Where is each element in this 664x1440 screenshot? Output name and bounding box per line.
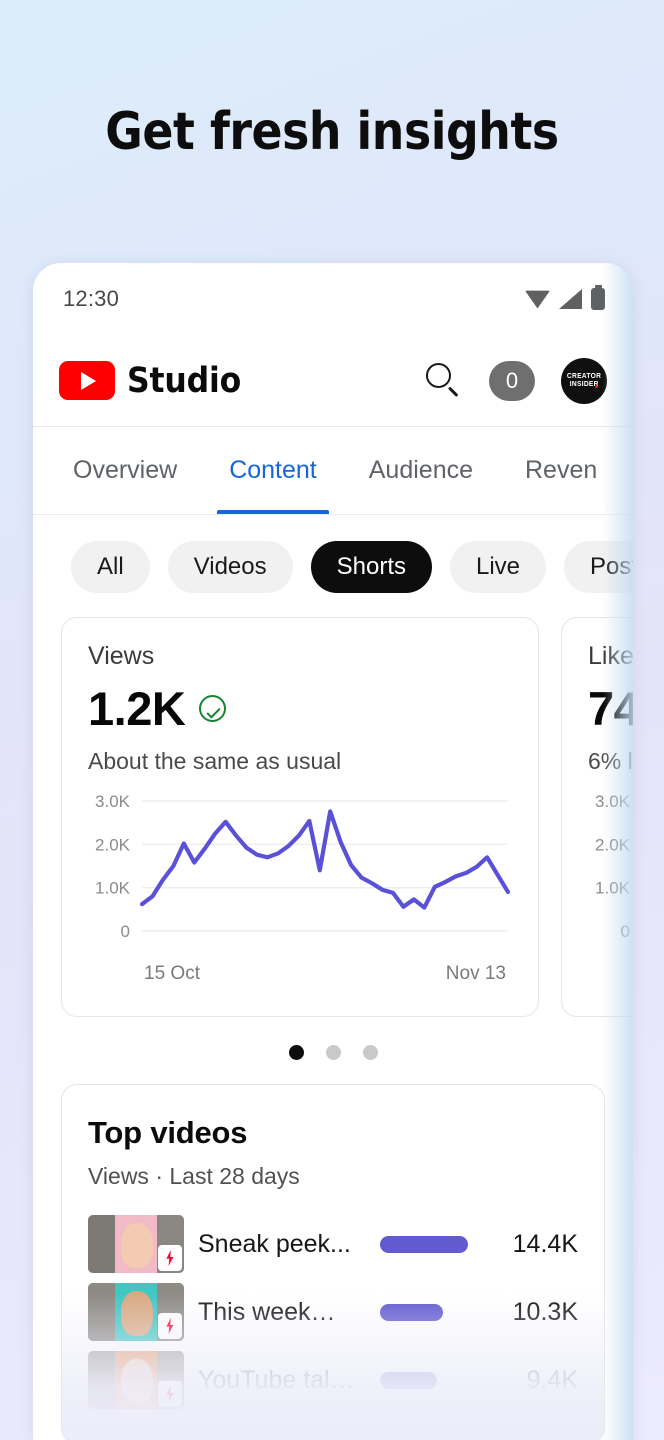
search-icon[interactable] [425,362,463,400]
video-views: 14.4K [512,1229,578,1258]
battery-icon [591,285,605,310]
table-row[interactable]: YouTube tal… 9.4K [88,1346,578,1414]
chart-y-tick-label: 3.0K [595,793,631,811]
status-bar: 12:30 [33,263,633,335]
tab-overview[interactable]: Overview [47,427,203,514]
wifi-icon [525,290,550,309]
app-bar-actions: 0 CREATOR INSIDER [425,357,607,404]
youtube-logo-icon [59,361,115,400]
video-bar-cell [374,1303,468,1321]
video-views: 9.4K [526,1365,578,1394]
table-row[interactable]: This week… 10.3K [88,1278,578,1346]
video-thumbnail [88,1215,184,1273]
analytics-tabs: Overview Content Audience Reven [33,427,633,515]
chip-live[interactable]: Live [450,541,547,593]
check-circle-icon [199,695,227,722]
metric-card-carousel[interactable]: Views 1.2K About the same as usual 0 1.0K… [33,617,633,1023]
metric-value: 74 [588,682,633,735]
page-headline: Get fresh insights [105,102,559,162]
tab-content[interactable]: Content [203,427,343,514]
metric-card-views[interactable]: Views 1.2K About the same as usual 0 1.0K… [61,617,539,1017]
chart-y-tick-label: 1.0K [95,879,131,898]
likes-line-chart: 0 1.0K 2.0K 3.0K [588,793,633,993]
views-line-chart: 0 1.0K 2.0K 3.0K 15 Oct Nov 13 [88,793,512,993]
cellular-icon [559,289,582,309]
video-title: YouTube tal… [198,1365,355,1394]
video-title: This week… [198,1297,336,1326]
video-bar-cell [374,1371,468,1389]
carousel-dot-1[interactable] [288,1045,304,1060]
video-thumbnail [88,1419,184,1440]
video-title: Sneak peek... [198,1229,351,1258]
chart-x-tick-label-end: Nov 13 [446,963,506,984]
carousel-dots [33,1023,633,1078]
avatar-line-1: CREATOR [566,373,602,381]
chart-y-tick-label: 3.0K [95,793,131,811]
shorts-badge-icon [158,1313,182,1339]
chip-posts[interactable]: Posts [564,541,633,593]
status-bar-time: 12:30 [63,286,120,311]
carousel-dot-3[interactable] [362,1045,378,1060]
video-thumbnail [88,1283,184,1341]
chip-videos[interactable]: Videos [167,541,293,593]
promo-screenshot: Get fresh insights 12:30 Studio 0 CREATO… [0,0,664,1440]
tab-revenue[interactable]: Reven [499,427,623,514]
chip-shorts[interactable]: Shorts [310,541,432,593]
shorts-badge-icon [158,1381,182,1407]
studio-brand[interactable]: Studio [59,361,254,401]
chart-y-tick-label: 1.0K [595,879,631,898]
status-bar-icons [525,285,605,310]
metric-value: 1.2K [88,682,186,735]
chart-y-tick-label: 2.0K [595,835,631,854]
notification-count-badge[interactable]: 0 [489,360,535,401]
table-row[interactable] [88,1414,578,1440]
metric-subtitle: About the same as usual [88,748,342,774]
top-videos-card: Top videos Views · Last 28 days Sneak pe… [61,1084,605,1440]
top-videos-title: Top videos [88,1115,248,1150]
metric-value-row: 74 [588,681,633,736]
video-bar [380,1303,444,1321]
video-bar [380,1235,468,1253]
metric-label: Likes [588,642,633,670]
chart-y-tick-label: 0 [621,922,630,941]
app-bar: Studio 0 CREATOR INSIDER [33,335,633,427]
video-bar [380,1371,438,1389]
chart-x-tick-label-start: 15 Oct [144,963,201,984]
chart-line-series [139,809,511,910]
phone-mockup: 12:30 Studio 0 CREATOR INSIDER Overview … [33,263,633,1440]
content-type-filter-chips: All Videos Shorts Live Posts [33,515,633,617]
brand-label: Studio [127,360,242,401]
avatar[interactable]: CREATOR INSIDER [561,357,607,404]
tab-audience[interactable]: Audience [343,427,499,514]
video-bar-cell [374,1235,468,1253]
avatar-red-dot [595,384,598,388]
metric-card-likes[interactable]: Likes 74 6% le 0 1.0K 2.0K 3.0K [561,617,633,1017]
video-thumbnail [88,1351,184,1409]
metric-subtitle: 6% le [588,748,633,774]
top-videos-subtitle: Views · Last 28 days [88,1163,300,1189]
table-row[interactable]: Sneak peek... 14.4K [88,1210,578,1278]
metric-label: Views [88,642,155,670]
carousel-dot-2[interactable] [325,1045,341,1060]
chart-y-tick-label: 2.0K [95,835,131,854]
metric-value-row: 1.2K [88,681,512,736]
video-views: 10.3K [512,1297,578,1326]
chart-y-tick-label: 0 [121,922,130,941]
shorts-badge-icon [158,1245,182,1271]
chip-all[interactable]: All [71,541,150,593]
